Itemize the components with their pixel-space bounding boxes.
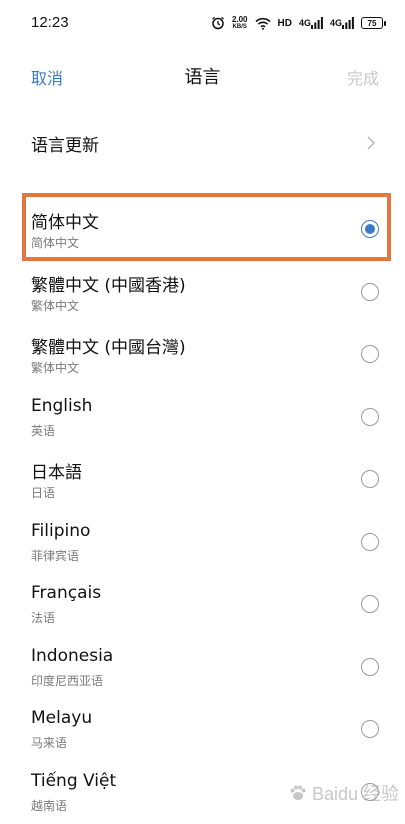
nav-bar: 取消 语言 完成 [0,56,405,94]
language-item-zh-hans[interactable]: 简体中文 简体中文 [0,198,405,261]
chevron-right-icon [367,136,375,150]
language-item-zh-tw[interactable]: 繁體中文 (中國台灣) 繁体中文 [0,323,405,386]
language-subtitle: 菲律宾语 [31,548,80,563]
radio-icon[interactable] [361,407,379,426]
language-item-zh-hk[interactable]: 繁體中文 (中國香港) 繁体中文 [0,261,405,324]
language-item-ms[interactable]: Melayu 马来语 [0,698,405,761]
signal-icon: 4G [299,17,323,29]
language-subtitle: 印度尼西亚语 [31,673,104,688]
language-name: Filipino [31,520,91,541]
language-name: 简体中文 [31,213,99,233]
network-speed-unit: KB/S [232,24,247,30]
language-name: Indonesia [31,645,114,666]
language-item-fil[interactable]: Filipino 菲律宾语 [0,511,405,574]
status-icons: 2.00 KB/S HD 4G 4G 75 [211,13,386,33]
language-subtitle: 英语 [31,423,56,438]
done-button[interactable]: 完成 [347,65,379,89]
language-item-id[interactable]: Indonesia 印度尼西亚语 [0,636,405,699]
network-speed-value: 2.00 [231,15,248,24]
radio-icon[interactable] [361,532,379,551]
language-update-label: 语言更新 [31,136,99,156]
signal-label-2: 4G [329,18,342,28]
network-speed: 2.00 KB/S [231,15,248,31]
signal-label-1: 4G [298,18,311,28]
language-name: Français [31,583,102,603]
language-name: Melayu [31,708,93,728]
wifi-icon [254,17,271,30]
language-name: 繁體中文 (中國香港) [31,275,186,296]
radio-icon[interactable] [361,595,379,613]
signal-icon-2: 4G [330,17,354,29]
battery-icon: 75 [361,17,386,29]
radio-selected-icon[interactable] [361,220,379,238]
language-item-ja[interactable]: 日本語 日语 [0,448,405,511]
watermark-text: Baidu 经验 [311,784,399,804]
hd-label: HD [277,17,292,29]
language-subtitle: 越南语 [31,798,68,813]
language-name: 繁體中文 (中國台灣) [31,338,186,358]
language-item-fr[interactable]: Français 法语 [0,573,405,636]
language-subtitle: 法语 [31,611,56,625]
language-subtitle: 繁体中文 [31,298,80,313]
radio-icon[interactable] [361,345,379,363]
language-name: Tiếng Việt [31,770,117,791]
radio-icon[interactable] [361,470,379,488]
language-subtitle: 马来语 [31,736,68,750]
language-subtitle: 简体中文 [31,236,80,250]
radio-icon[interactable] [361,657,379,676]
status-bar: 12:23 2.00 KB/S HD 4G 4G 75 [0,0,405,46]
status-time: 12:23 [31,14,69,31]
watermark: Baidu 经验 [288,780,399,806]
radio-icon[interactable] [361,720,379,738]
alarm-icon [211,16,225,30]
paw-icon [290,785,306,800]
language-name: 日本語 [31,463,82,483]
radio-icon[interactable] [361,282,379,301]
page-title: 语言 [184,67,221,88]
language-update-row[interactable]: 语言更新 [0,120,405,166]
language-item-en[interactable]: English 英语 [0,386,405,449]
language-name: English [31,395,93,416]
language-subtitle: 日语 [31,486,56,500]
language-subtitle: 繁体中文 [31,361,80,375]
language-list: 简体中文 简体中文 繁體中文 (中國香港) 繁体中文 繁體中文 (中國台灣) 繁… [0,198,405,823]
